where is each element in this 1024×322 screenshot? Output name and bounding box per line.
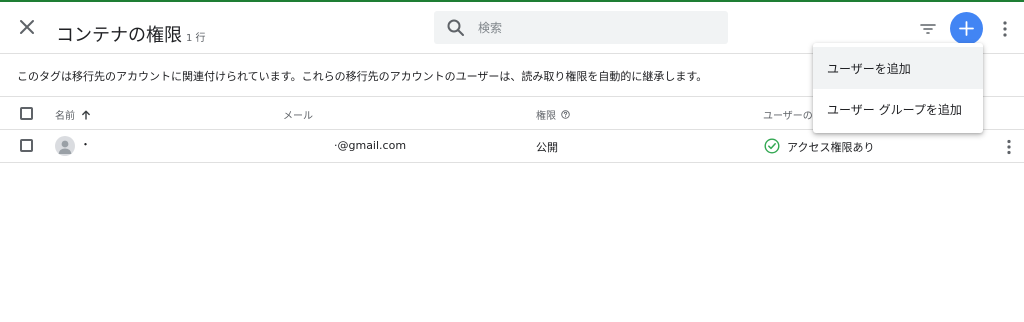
more-vert-icon bbox=[1003, 21, 1007, 37]
check-circle-icon bbox=[764, 138, 780, 154]
search-input[interactable] bbox=[478, 11, 718, 44]
menu-item-add-user-group-label: ユーザー グループを追加 bbox=[827, 103, 962, 117]
arrow-up-icon bbox=[82, 110, 91, 120]
row-checkbox[interactable] bbox=[20, 139, 33, 152]
close-button[interactable] bbox=[16, 16, 38, 38]
help-icon[interactable] bbox=[561, 110, 570, 119]
row-count: 1 行 bbox=[186, 33, 206, 44]
close-icon bbox=[20, 20, 34, 34]
table-row: ・ ·@gmail.com 公開 アクセス権限あり bbox=[0, 130, 1024, 163]
more-options-button[interactable] bbox=[997, 19, 1013, 39]
select-all-checkbox[interactable] bbox=[20, 107, 33, 120]
add-menu: ユーザーを追加 ユーザー グループを追加 bbox=[813, 43, 983, 133]
info-text: このタグは移行先のアカウントに関連付けられています。これらの移行先のアカウントの… bbox=[17, 70, 708, 83]
filter-button[interactable] bbox=[918, 19, 938, 39]
user-permission: 公開 bbox=[536, 141, 558, 154]
user-access-status: アクセス権限あり bbox=[787, 141, 875, 154]
user-email: ·@gmail.com bbox=[334, 139, 407, 152]
user-name: ・ bbox=[80, 138, 91, 151]
search-icon bbox=[447, 19, 464, 36]
menu-item-add-user-label: ユーザーを追加 bbox=[827, 62, 911, 76]
plus-icon bbox=[959, 21, 974, 36]
filter-icon bbox=[920, 24, 936, 34]
row-more-button[interactable] bbox=[1002, 138, 1016, 156]
menu-item-add-user-group[interactable]: ユーザー グループを追加 bbox=[813, 88, 983, 130]
column-label-name: 名前 bbox=[55, 111, 75, 122]
search-box bbox=[434, 11, 728, 44]
add-button[interactable] bbox=[950, 12, 983, 45]
avatar bbox=[55, 136, 75, 156]
column-header-name[interactable]: 名前 bbox=[55, 107, 91, 122]
page-title: コンテナの権限 bbox=[56, 25, 182, 46]
menu-item-add-user[interactable]: ユーザーを追加 bbox=[813, 47, 983, 89]
column-label-permission: 権限 bbox=[536, 111, 556, 122]
column-header-email[interactable]: メール bbox=[283, 107, 313, 122]
column-header-permission[interactable]: 権限 bbox=[536, 107, 570, 122]
person-icon bbox=[58, 140, 72, 154]
column-header-user-access[interactable]: ユーザーの bbox=[763, 107, 813, 122]
more-vert-icon bbox=[1007, 139, 1011, 155]
